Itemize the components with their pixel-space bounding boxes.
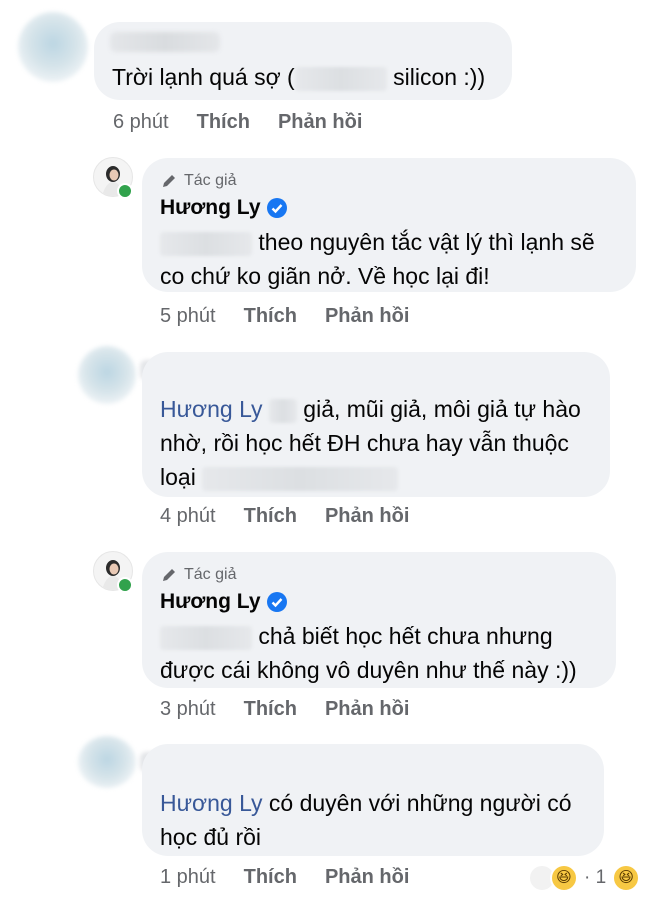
haha-emoji-icon: 😆 <box>612 864 641 892</box>
mention-link[interactable]: Hương Ly <box>160 396 263 422</box>
reply-link[interactable]: Phản hồi <box>325 866 409 889</box>
reaction-summary[interactable]: 😆 · 1 😆 <box>528 864 641 892</box>
comment-text: chả biết học hết chưa nhưng được cái khô… <box>160 623 577 683</box>
comment-time: 5 phút <box>160 305 216 327</box>
comment-actions: 6 phút Thích Phản hồi <box>113 111 362 134</box>
verified-badge-icon <box>266 198 287 218</box>
author-name[interactable]: Hương Ly <box>160 196 287 220</box>
reaction-count: · 1 <box>584 867 607 888</box>
blurred-text <box>202 466 399 491</box>
author-badge: Tác giả <box>160 172 236 190</box>
pen-icon <box>163 175 175 187</box>
online-status-dot <box>117 183 133 199</box>
comment-time: 3 phút <box>160 698 216 720</box>
comment-actions: 5 phút Thích Phản hồi <box>160 305 409 328</box>
reply-link[interactable]: Phản hồi <box>325 505 409 528</box>
blurred-mention <box>160 625 252 650</box>
commenter-avatar[interactable] <box>18 12 88 82</box>
reply-link[interactable]: Phản hồi <box>325 698 409 721</box>
like-link[interactable]: Thích <box>244 698 297 721</box>
online-status-dot <box>117 577 133 593</box>
comment-text: theo nguyên tắc vật lý thì lạnh sẽ co ch… <box>160 229 595 289</box>
comment-time: 1 phút <box>160 866 216 888</box>
comment-text: Hương Ly giả, mũi giả, môi giả tự hào nh… <box>160 396 581 491</box>
author-badge: Tác giả <box>160 566 236 584</box>
comment-actions: 3 phút Thích Phản hồi <box>160 698 409 721</box>
blurred-mention <box>160 231 252 256</box>
blurred-commenter-name[interactable] <box>110 32 220 52</box>
commenter-avatar[interactable] <box>78 346 136 404</box>
comment-actions: 1 phút Thích Phản hồi <box>160 866 409 889</box>
reply-link[interactable]: Phản hồi <box>278 111 362 134</box>
blurred-text <box>268 398 297 423</box>
comment-bubble: Tác giả Hương Ly chả biết học hết chưa n… <box>142 552 616 688</box>
comment-text: Trời lạnh quá sợ ( silicon :)) <box>112 64 486 91</box>
comment-bubble: Trời lạnh quá sợ ( silicon :)) <box>94 22 512 100</box>
comment-time: 6 phút <box>113 111 169 133</box>
like-link[interactable]: Thích <box>197 111 250 134</box>
verified-badge-icon <box>266 592 287 612</box>
like-link[interactable]: Thích <box>244 505 297 528</box>
comment-bubble: Tác giả Hương Ly theo nguyên tắc vật lý … <box>142 158 636 292</box>
mention-link[interactable]: Hương Ly <box>160 790 263 816</box>
blurred-text <box>294 66 387 91</box>
commenter-avatar[interactable] <box>78 736 136 788</box>
author-name[interactable]: Hương Ly <box>160 590 287 614</box>
comment-actions: 4 phút Thích Phản hồi <box>160 505 409 528</box>
comment-text: Hương Ly có duyên với những người có học… <box>160 790 572 850</box>
reply-link[interactable]: Phản hồi <box>325 305 409 328</box>
like-link[interactable]: Thích <box>244 305 297 328</box>
haha-emoji-icon: 😆 <box>550 864 578 892</box>
comment-bubble: Hương Ly có duyên với những người có học… <box>142 744 604 856</box>
comment-bubble: Hương Ly giả, mũi giả, môi giả tự hào nh… <box>142 352 610 497</box>
like-link[interactable]: Thích <box>244 866 297 889</box>
pen-icon <box>163 569 175 581</box>
comment-time: 4 phút <box>160 505 216 527</box>
